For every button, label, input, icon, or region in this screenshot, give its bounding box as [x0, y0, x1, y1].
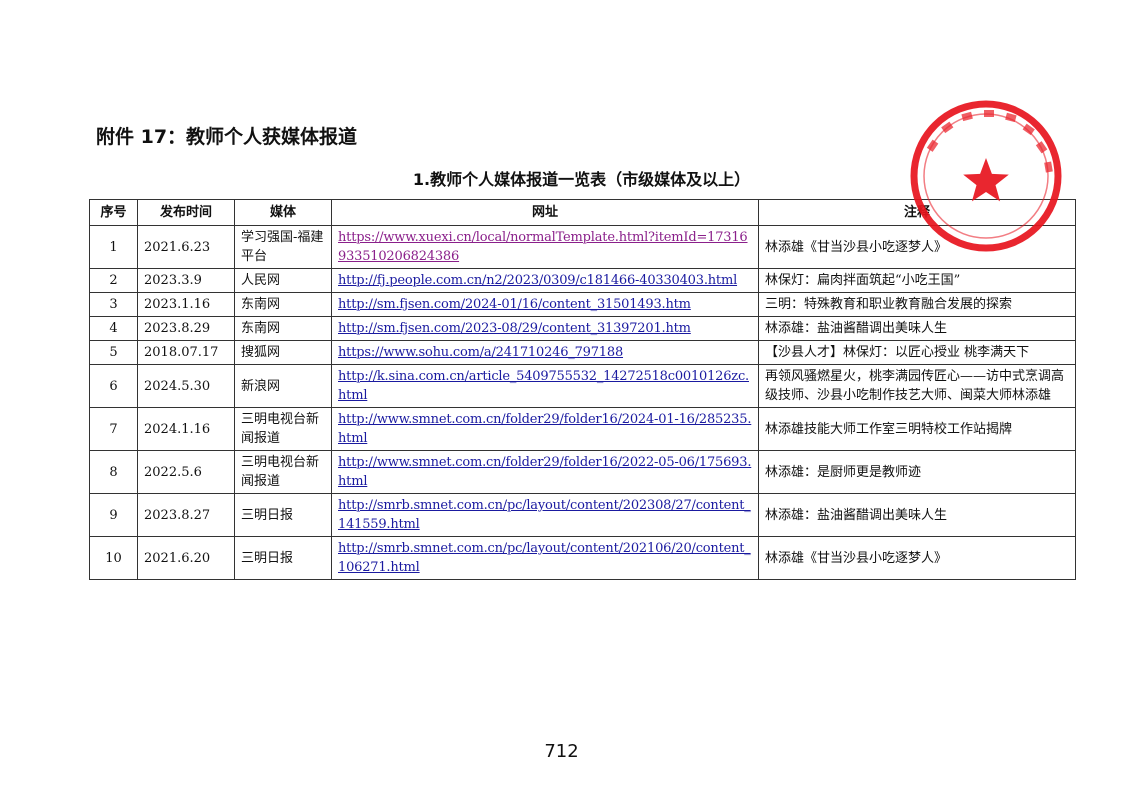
header-index: 序号 — [89, 199, 138, 226]
media-report-table: 序号 发布时间 媒体 网址 注释 1 2021.6.23 学习强国-福建平台 https://… — [89, 199, 1076, 580]
row-url-cell: http://k.sina.com.cn/article_5409755532_… — [331, 364, 759, 408]
row-url-link[interactable]: https://www.xuexi.cn/local/normalTemplat… — [338, 230, 748, 264]
row-publish-date: 2023.8.27 — [137, 493, 235, 537]
row-publish-date: 2024.1.16 — [137, 407, 235, 451]
row-url-link[interactable]: http://www.smnet.com.cn/folder29/folder1… — [338, 412, 751, 446]
table-body: 1 2021.6.23 学习强国-福建平台 https://www.xuexi.cn/… — [89, 225, 1076, 580]
page-heading: 附件 17：教师个人获媒体报道 — [96, 126, 358, 148]
row-url-cell: http://www.smnet.com.cn/folder29/folder1… — [331, 450, 759, 494]
row-note: 再领风骚燃星火，桃李满园传匠心——访中式烹调高级技师、沙县小吃制作技艺大师、闽菜… — [758, 364, 1076, 408]
row-url-link[interactable]: http://smrb.smnet.com.cn/pc/layout/conte… — [338, 541, 751, 575]
row-media: 学习强国-福建平台 — [234, 225, 332, 269]
row-publish-date: 2021.6.23 — [137, 225, 235, 269]
row-url-link[interactable]: http://fj.people.com.cn/n2/2023/0309/c18… — [338, 273, 737, 288]
table-row: 2 2023.3.9 人民网 http://fj.people.com.cn/n2/2… — [89, 268, 1076, 293]
header-url: 网址 — [331, 199, 759, 226]
row-note: 林添雄《甘当沙县小吃逐梦人》 — [758, 225, 1076, 269]
row-url-cell: http://smrb.smnet.com.cn/pc/layout/conte… — [331, 493, 759, 537]
row-media: 三明日报 — [234, 536, 332, 580]
row-url-cell: http://www.smnet.com.cn/folder29/folder1… — [331, 407, 759, 451]
table-row: 8 2022.5.6 三明电视台新闻报道 http://www.smnet.com.c… — [89, 450, 1076, 494]
row-url-link[interactable]: https://www.sohu.com/a/241710246_797188 — [338, 345, 623, 360]
row-publish-date: 2023.8.29 — [137, 316, 235, 341]
table-row: 1 2021.6.23 学习强国-福建平台 https://www.xuexi.cn/… — [89, 225, 1076, 269]
row-media: 搜狐网 — [234, 340, 332, 365]
row-publish-date: 2021.6.20 — [137, 536, 235, 580]
table-row: 7 2024.1.16 三明电视台新闻报道 http://www.smnet.com.… — [89, 407, 1076, 451]
table-row: 6 2024.5.30 新浪网 http://k.sina.com.cn/articl… — [89, 364, 1076, 408]
row-publish-date: 2023.1.16 — [137, 292, 235, 317]
row-index: 4 — [89, 316, 138, 341]
header-note: 注释 — [758, 199, 1076, 226]
row-media: 三明电视台新闻报道 — [234, 450, 332, 494]
table-row: 5 2018.07.17 搜狐网 https://www.sohu.com/a/241… — [89, 340, 1076, 365]
row-index: 1 — [89, 225, 138, 269]
row-index: 8 — [89, 450, 138, 494]
row-index: 6 — [89, 364, 138, 408]
table-title: 1.教师个人媒体报道一览表（市级媒体及以上） — [412, 170, 751, 189]
row-note: 林添雄：盐油酱醋调出美味人生 — [758, 493, 1076, 537]
row-publish-date: 2023.3.9 — [137, 268, 235, 293]
page-number: 712 — [544, 741, 579, 762]
row-url-cell: http://fj.people.com.cn/n2/2023/0309/c18… — [331, 268, 759, 293]
row-url-cell: http://sm.fjsen.com/2024-01/16/content_3… — [331, 292, 759, 317]
row-media: 新浪网 — [234, 364, 332, 408]
row-index: 2 — [89, 268, 138, 293]
row-index: 9 — [89, 493, 138, 537]
row-note: 林保灯：扁肉拌面筑起“小吃王国” — [758, 268, 1076, 293]
row-publish-date: 2022.5.6 — [137, 450, 235, 494]
row-note: 林添雄：盐油酱醋调出美味人生 — [758, 316, 1076, 341]
table-row: 9 2023.8.27 三明日报 http://smrb.smnet.com.cn/p… — [89, 493, 1076, 537]
row-note: 林添雄：是厨师更是教师迹 — [758, 450, 1076, 494]
row-url-cell: https://www.sohu.com/a/241710246_797188 — [331, 340, 759, 365]
row-media: 东南网 — [234, 316, 332, 341]
row-publish-date: 2018.07.17 — [137, 340, 235, 365]
row-note: 林添雄《甘当沙县小吃逐梦人》 — [758, 536, 1076, 580]
row-note: 【沙县人才】林保灯：以匠心授业 桃李满天下 — [758, 340, 1076, 365]
row-media: 三明日报 — [234, 493, 332, 537]
row-url-link[interactable]: http://www.smnet.com.cn/folder29/folder1… — [338, 455, 751, 489]
header-publish-date: 发布时间 — [137, 199, 235, 226]
row-url-cell: http://sm.fjsen.com/2023-08/29/content_3… — [331, 316, 759, 341]
row-url-link[interactable]: http://k.sina.com.cn/article_5409755532_… — [338, 369, 749, 403]
table-row: 4 2023.8.29 东南网 http://sm.fjsen.com/2023-08… — [89, 316, 1076, 341]
row-index: 10 — [89, 536, 138, 580]
table-row: 10 2021.6.20 三明日报 http://smrb.smnet.com.cn/… — [89, 536, 1076, 580]
row-note: 林添雄技能大师工作室三明特校工作站揭牌 — [758, 407, 1076, 451]
row-index: 3 — [89, 292, 138, 317]
row-url-cell: https://www.xuexi.cn/local/normalTemplat… — [331, 225, 759, 269]
row-url-link[interactable]: http://sm.fjsen.com/2024-01/16/content_3… — [338, 297, 691, 312]
table-header-row: 序号 发布时间 媒体 网址 注释 — [89, 199, 1076, 226]
row-media: 人民网 — [234, 268, 332, 293]
row-index: 5 — [89, 340, 138, 365]
row-url-cell: http://smrb.smnet.com.cn/pc/layout/conte… — [331, 536, 759, 580]
row-media: 三明电视台新闻报道 — [234, 407, 332, 451]
row-index: 7 — [89, 407, 138, 451]
row-url-link[interactable]: http://smrb.smnet.com.cn/pc/layout/conte… — [338, 498, 751, 532]
row-note: 三明：特殊教育和职业教育融合发展的探索 — [758, 292, 1076, 317]
header-media: 媒体 — [234, 199, 332, 226]
table-row: 3 2023.1.16 东南网 http://sm.fjsen.com/2024-01… — [89, 292, 1076, 317]
row-media: 东南网 — [234, 292, 332, 317]
row-url-link[interactable]: http://sm.fjsen.com/2023-08/29/content_3… — [338, 321, 691, 336]
row-publish-date: 2024.5.30 — [137, 364, 235, 408]
